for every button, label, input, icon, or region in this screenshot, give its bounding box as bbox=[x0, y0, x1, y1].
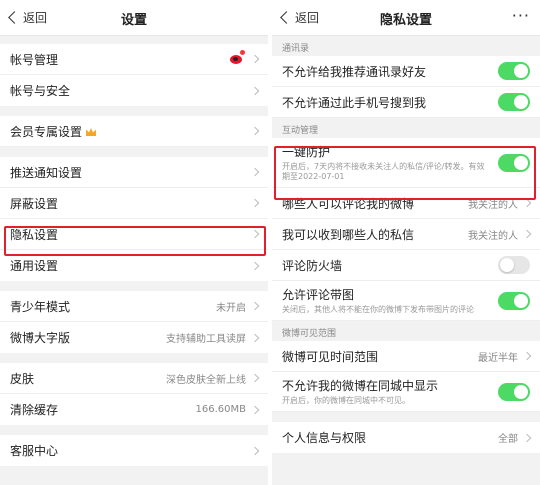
row-visible-time-range[interactable]: 微博可见时间范围 最近半年 bbox=[272, 341, 540, 372]
row-subtitle: 开启后，7天内将不接收未关注人的私信/评论/转发。有效期至2022-07-01 bbox=[282, 161, 485, 181]
row-label: 通用设置 bbox=[10, 259, 59, 273]
row-push-notifications[interactable]: 推送通知设置 bbox=[0, 157, 268, 188]
row-label: 清除缓存 bbox=[10, 403, 59, 417]
privacy-panel: 返回 隐私设置 ··· 通讯录 不允许给我推荐通讯录好友 不允许通过此手机号搜到… bbox=[272, 0, 540, 485]
weibo-avatar-icon bbox=[228, 50, 245, 67]
row-value: 全部 bbox=[498, 434, 518, 445]
row-label: 隐私设置 bbox=[10, 227, 59, 242]
section-header-contacts: 通讯录 bbox=[272, 36, 540, 56]
page-title: 设置 bbox=[120, 13, 147, 28]
row-label: 帐号管理 bbox=[10, 52, 59, 67]
group-account: 帐号管理 帐号与安全 bbox=[0, 44, 268, 106]
chevron-right-icon bbox=[250, 54, 260, 64]
chevron-right-icon bbox=[250, 86, 260, 95]
row-label: 会员专属设置 bbox=[10, 123, 252, 140]
toggle-switch[interactable] bbox=[498, 291, 530, 310]
row-no-recommend-contacts: 不允许给我推荐通讯录好友 bbox=[272, 56, 540, 87]
chevron-right-icon bbox=[250, 167, 260, 177]
nav-bar: 返回 隐私设置 ··· bbox=[272, 0, 540, 36]
chevron-right-icon bbox=[250, 405, 260, 414]
row-label: 微博大字版 bbox=[10, 331, 71, 345]
row-large-font[interactable]: 微博大字版 支持辅助工具读屏 bbox=[0, 322, 268, 353]
toggle-switch[interactable] bbox=[498, 256, 530, 274]
chevron-right-icon bbox=[522, 198, 532, 208]
section-header-interaction: 互动管理 bbox=[272, 118, 540, 138]
row-label: 青少年模式 bbox=[10, 299, 71, 314]
row-value: 未开启 bbox=[216, 302, 246, 314]
row-customer-service[interactable]: 客服中心 bbox=[0, 435, 268, 466]
chevron-right-icon bbox=[250, 198, 260, 208]
toggle-switch[interactable] bbox=[498, 382, 530, 401]
row-text: 一键防护 开启后，7天内将不接收未关注人的私信/评论/转发。有效期至2022-0… bbox=[282, 143, 492, 183]
row-value: 最近半年 bbox=[478, 352, 518, 364]
row-label: 评论防火墙 bbox=[282, 258, 343, 273]
row-vip-settings[interactable]: 会员专属设置 bbox=[0, 116, 268, 147]
row-label: 哪些人可以评论我的微博 bbox=[282, 196, 415, 211]
chevron-right-icon bbox=[522, 351, 532, 361]
row-value: 166.60MB bbox=[195, 404, 246, 415]
chevron-right-icon bbox=[250, 333, 260, 342]
chevron-right-icon bbox=[522, 433, 532, 442]
toggle-switch[interactable] bbox=[498, 62, 530, 80]
chevron-right-icon bbox=[250, 229, 260, 239]
row-text: 允许评论带图 关闭后，其他人将不能在你的微博下发布带图片的评论 bbox=[282, 286, 492, 315]
page-title: 隐私设置 bbox=[379, 13, 432, 28]
row-privacy-settings[interactable]: 隐私设置 bbox=[0, 219, 268, 250]
row-label: 屏蔽设置 bbox=[10, 196, 59, 211]
row-label: 不允许我的微博在同城中显示 bbox=[282, 378, 439, 393]
row-label: 个人信息与权限 bbox=[282, 431, 367, 445]
row-label: 允许评论带图 bbox=[282, 287, 355, 302]
row-label: 不允许给我推荐通讯录好友 bbox=[282, 64, 427, 79]
row-skin[interactable]: 皮肤 深色皮肤全新上线 bbox=[0, 363, 268, 394]
row-block-settings[interactable]: 屏蔽设置 bbox=[0, 188, 268, 219]
row-label: 帐号与安全 bbox=[10, 84, 71, 98]
row-account-security[interactable]: 帐号与安全 bbox=[0, 75, 268, 106]
row-one-click-protect: 一键防护 开启后，7天内将不接收未关注人的私信/评论/转发。有效期至2022-0… bbox=[272, 138, 540, 188]
row-no-phone-search: 不允许通过此手机号搜到我 bbox=[272, 87, 540, 118]
chevron-right-icon bbox=[250, 373, 260, 383]
row-label: 我可以收到哪些人的私信 bbox=[282, 227, 415, 242]
row-comment-firewall: 评论防火墙 bbox=[272, 250, 540, 281]
group-display: 皮肤 深色皮肤全新上线 清除缓存 166.60MB bbox=[0, 363, 268, 425]
group-preferences: 推送通知设置 屏蔽设置 隐私设置 通用设置 bbox=[0, 157, 268, 281]
chevron-right-icon bbox=[522, 229, 532, 239]
row-label: 微博可见时间范围 bbox=[282, 349, 379, 364]
toggle-switch[interactable] bbox=[498, 93, 530, 111]
row-label: 推送通知设置 bbox=[10, 165, 83, 180]
chevron-right-icon bbox=[250, 301, 260, 311]
row-allow-picture-comments: 允许评论带图 关闭后，其他人将不能在你的微博下发布带图片的评论 bbox=[272, 281, 540, 321]
more-icon[interactable]: ··· bbox=[512, 6, 530, 25]
row-value: 深色皮肤全新上线 bbox=[166, 374, 246, 386]
chevron-right-icon bbox=[250, 261, 260, 270]
crown-icon bbox=[86, 128, 97, 136]
row-who-can-message[interactable]: 我可以收到哪些人的私信 我关注的人 bbox=[272, 219, 540, 250]
row-hide-in-local: 不允许我的微博在同城中显示 开启后，你的微博在同城中不可见。 bbox=[272, 372, 540, 412]
chevron-right-icon bbox=[250, 446, 260, 455]
row-account-management[interactable]: 帐号管理 bbox=[0, 44, 268, 75]
row-clear-cache[interactable]: 清除缓存 166.60MB bbox=[0, 394, 268, 425]
row-subtitle: 开启后，你的微博在同城中不可见。 bbox=[282, 395, 410, 405]
row-value: 我关注的人 bbox=[468, 199, 518, 211]
row-personal-info-permissions[interactable]: 个人信息与权限 全部 bbox=[272, 422, 540, 453]
row-label: 皮肤 bbox=[10, 371, 35, 386]
chevron-right-icon bbox=[250, 126, 260, 136]
row-value: 支持辅助工具读屏 bbox=[166, 334, 246, 345]
row-subtitle: 关闭后，其他人将不能在你的微博下发布带图片的评论 bbox=[282, 304, 474, 314]
toggle-switch[interactable] bbox=[498, 153, 530, 172]
row-general-settings[interactable]: 通用设置 bbox=[0, 250, 268, 281]
row-label: 客服中心 bbox=[10, 444, 59, 458]
nav-bar: 返回 设置 bbox=[0, 0, 268, 36]
section-header-visibility: 微博可见范围 bbox=[272, 321, 540, 341]
row-text: 不允许我的微博在同城中显示 开启后，你的微博在同城中不可见。 bbox=[282, 377, 492, 406]
row-label: 不允许通过此手机号搜到我 bbox=[282, 95, 427, 110]
row-who-can-comment[interactable]: 哪些人可以评论我的微博 我关注的人 bbox=[272, 188, 540, 219]
group-modes: 青少年模式 未开启 微博大字版 支持辅助工具读屏 bbox=[0, 291, 268, 353]
row-teen-mode[interactable]: 青少年模式 未开启 bbox=[0, 291, 268, 322]
row-value: 我关注的人 bbox=[468, 230, 518, 242]
row-label: 一键防护 bbox=[282, 144, 331, 159]
settings-panel: 返回 设置 帐号管理 帐号与安全 会员专属设置 推送通知设置 屏蔽设置 隐私设置… bbox=[0, 0, 268, 485]
